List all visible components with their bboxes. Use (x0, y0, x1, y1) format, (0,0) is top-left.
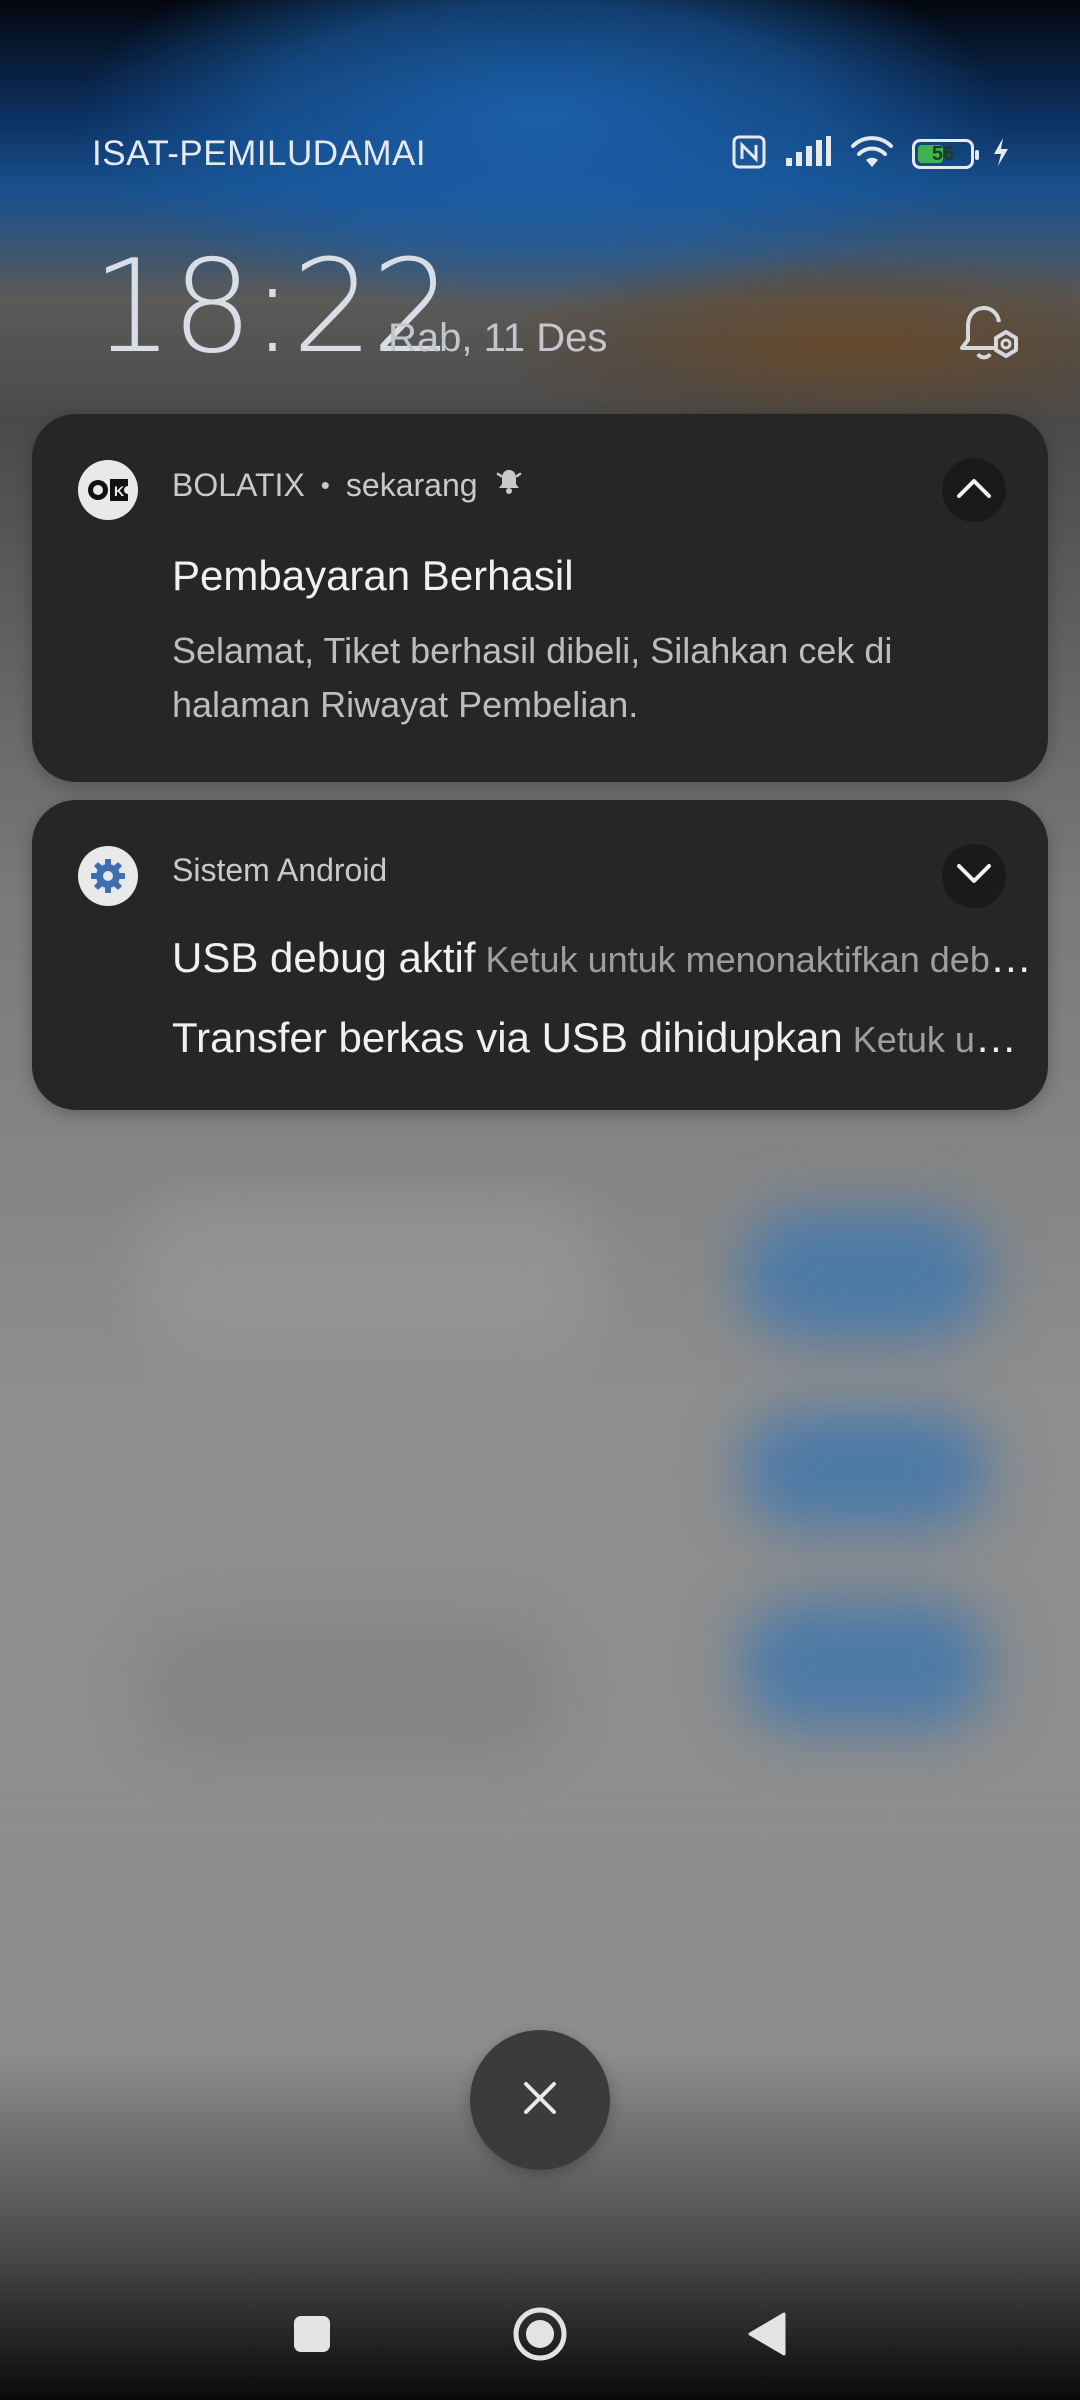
status-icons: 56 (732, 135, 1010, 174)
clock-row: 18:22 Rab, 11 Des (92, 238, 1024, 378)
blurred-app-button (740, 1210, 990, 1340)
recent-apps-button[interactable] (276, 2300, 348, 2372)
nfc-icon (732, 135, 766, 174)
notification-body: Selamat, Tiket berhasil dibeli, Silahkan… (172, 630, 893, 725)
notification-line-subtitle: Ketuk untuk menonaktifkan debug USB (485, 939, 1032, 980)
blurred-app-button (740, 1410, 990, 1530)
blurred-app-background (140, 1620, 560, 1760)
android-settings-icon (78, 846, 138, 906)
notification-line-title: USB debug aktif (172, 934, 476, 981)
home-button[interactable] (504, 2300, 576, 2372)
navigation-bar (0, 2270, 1080, 2400)
expand-button[interactable] (942, 844, 1006, 908)
close-icon (520, 2078, 560, 2123)
notification-title: Pembayaran Berhasil (172, 552, 574, 599)
separator-dot: • (320, 469, 330, 500)
blurred-app-background (140, 1200, 600, 1360)
back-button[interactable] (730, 2300, 802, 2372)
chevron-down-icon (956, 863, 992, 890)
wifi-icon (850, 135, 894, 174)
clear-all-button[interactable] (470, 2030, 610, 2170)
bolatix-logo-icon: K (78, 460, 138, 520)
app-name: Sistem Android (172, 852, 388, 888)
triangle-back-icon (744, 2310, 788, 2363)
bell-alert-icon (494, 466, 524, 504)
status-bar: ISAT-PEMILUDAMAI 56 (92, 128, 1010, 180)
collapse-button[interactable] (942, 458, 1006, 522)
battery-level: 56 (931, 142, 955, 165)
notification-line-subtitle: Ketuk untuk opsi lainnya (852, 1019, 1032, 1060)
battery-icon: 56 (912, 139, 979, 169)
chevron-up-icon (956, 477, 992, 504)
svg-text:K: K (114, 483, 124, 499)
square-recent-icon (291, 2313, 333, 2360)
carrier-name: ISAT-PEMILUDAMAI (92, 134, 427, 173)
signal-icon (784, 135, 832, 173)
notification-line-title: Transfer berkas via USB dihidupkan (172, 1014, 843, 1061)
notification-card-system-android[interactable]: Sistem Android USB debug aktif Ketuk untu… (32, 800, 1048, 1110)
blurred-app-button (740, 1600, 990, 1730)
notification-header: BOLATIX • sekarang (172, 466, 524, 504)
notification-line-usb-debug[interactable]: USB debug aktif Ketuk untuk menonaktifkan… (172, 934, 1032, 982)
circle-home-icon (512, 2306, 568, 2367)
notification-header: Sistem Android (172, 852, 387, 889)
notification-settings-icon[interactable] (954, 298, 1024, 368)
clock-date[interactable]: Rab, 11 Des (388, 316, 607, 361)
notification-card-bolatix[interactable]: K BOLATIX • sekarang Pembayaran Berhasil… (32, 414, 1048, 782)
notification-line-usb-transfer[interactable]: Transfer berkas via USB dihidupkan Ketuk … (172, 1014, 1032, 1062)
app-name: BOLATIX (172, 466, 305, 503)
charging-icon (992, 137, 1010, 172)
notification-time: sekarang (345, 466, 478, 503)
